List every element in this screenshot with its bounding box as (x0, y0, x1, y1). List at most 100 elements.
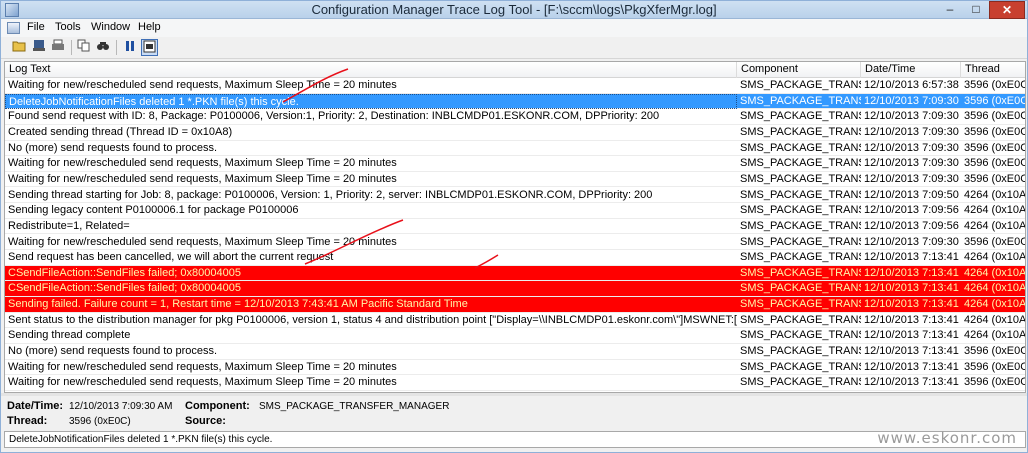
menu-tools[interactable]: Tools (55, 21, 81, 33)
log-grid[interactable]: Log Text Component Date/Time Thread Wait… (4, 61, 1026, 393)
component-cell: SMS_PACKAGE_TRANSFER_ (740, 79, 861, 91)
datetime-cell: 12/10/2013 7:09:50 AM (864, 188, 961, 201)
log-row[interactable]: CSendFileAction::SendFiles failed; 0x800… (5, 265, 1025, 282)
thread-cell: 3596 (0xE0C) (964, 141, 1025, 154)
log-text-cell: CSendFileAction::SendFiles failed; 0x800… (8, 266, 241, 279)
print-icon[interactable] (50, 39, 67, 56)
component-cell: SMS_PACKAGE_TRANSFER_ (740, 313, 861, 326)
log-row[interactable]: Waiting for new/rescheduled send request… (5, 235, 1025, 251)
datetime-cell: 12/10/2013 7:09:30 AM (864, 141, 961, 154)
toolbar (1, 37, 1027, 59)
thread-cell: 4264 (0x10A8) (964, 188, 1025, 201)
log-row[interactable]: CSendFileAction::SendFiles failed; 0x800… (5, 281, 1025, 298)
log-row[interactable]: Found send request with ID: 8, Package: … (5, 109, 1025, 125)
open-folder-icon[interactable] (11, 39, 28, 56)
column-header-thread[interactable]: Thread (961, 62, 1025, 78)
component-cell: SMS_PACKAGE_TRANSFER_ (740, 141, 861, 154)
log-row[interactable]: Waiting for new/rescheduled send request… (5, 156, 1025, 172)
datetime-cell: 12/10/2013 7:09:30 AM (864, 172, 961, 185)
log-text-cell: Send request has been cancelled, we will… (8, 251, 334, 264)
log-text-cell: Waiting for new/rescheduled send request… (8, 157, 397, 170)
menu-window[interactable]: Window (91, 21, 130, 33)
column-header-log-text[interactable]: Log Text (5, 62, 737, 78)
log-text-cell: Sent status to the distribution manager … (8, 313, 737, 326)
log-row[interactable]: Send request has been cancelled, we will… (5, 250, 1025, 266)
copy-icon[interactable] (76, 39, 93, 56)
log-row[interactable]: Waiting for new/rescheduled send request… (5, 375, 1025, 391)
close-button[interactable]: ✕ (989, 1, 1025, 19)
thread-cell: 3596 (0xE0C) (964, 125, 1025, 138)
datetime-cell: 12/10/2013 7:13:41 AM (864, 329, 961, 342)
thread-cell: 3596 (0xE0C) (964, 172, 1025, 185)
log-row[interactable]: Waiting for new/rescheduled send request… (5, 360, 1025, 376)
minimize-button[interactable]: – (937, 1, 963, 19)
log-row[interactable]: Sending thread starting for Job: 8, pack… (5, 188, 1025, 204)
thread-cell: 4264 (0x10A8) (964, 266, 1025, 279)
component-cell: SMS_PACKAGE_TRANSFER_ (740, 376, 861, 389)
thread-cell: 3596 (0xE0C) (964, 360, 1025, 373)
log-text-cell: DeleteJobNotificationFiles deleted 1 *.P… (5, 93, 737, 109)
log-row[interactable]: Waiting for new/rescheduled send request… (5, 78, 1025, 94)
datetime-cell: 12/10/2013 7:09:30 AM (864, 157, 961, 170)
thread-cell: 4264 (0x10A8) (964, 251, 1025, 264)
trace-log-window: Configuration Manager Trace Log Tool - [… (0, 0, 1028, 453)
log-text-cell: No (more) send requests found to process… (8, 345, 218, 358)
datetime-cell: 12/10/2013 7:09:30 AM (864, 94, 961, 107)
datetime-value: 12/10/2013 7:09:30 AM (69, 401, 173, 412)
component-value: SMS_PACKAGE_TRANSFER_MANAGER (259, 401, 450, 412)
component-cell: SMS_PACKAGE_TRANSFER_ (740, 157, 861, 170)
log-text-cell: Waiting for new/rescheduled send request… (8, 235, 397, 248)
thread-cell: 3596 (0xE0C) (964, 157, 1025, 170)
menu-file[interactable]: File (27, 21, 45, 33)
thread-cell: 4264 (0x10A8) (964, 313, 1025, 326)
log-row[interactable]: Sending legacy content P0100006.1 for pa… (5, 203, 1025, 219)
thread-cell: 3596 (0xE0C) (964, 235, 1025, 248)
log-row[interactable]: Redistribute=1, Related= SMS_PACKAGE_TRAN… (5, 219, 1025, 235)
component-cell: SMS_PACKAGE_TRANSFER_ (740, 110, 861, 123)
window-title: Configuration Manager Trace Log Tool - [… (311, 2, 717, 17)
menu-help[interactable]: Help (138, 21, 161, 33)
component-cell: SMS_PACKAGE_TRANSFER_ (740, 219, 861, 232)
component-cell: SMS_PACKAGE_TRANSFER_ (740, 235, 861, 248)
column-header-component[interactable]: Component (737, 62, 861, 78)
message-box[interactable]: DeleteJobNotificationFiles deleted 1 *.P… (4, 431, 1026, 448)
highlight-icon[interactable] (141, 39, 158, 56)
toolbar-separator (116, 40, 117, 55)
thread-cell: 4264 (0x10A8) (964, 204, 1025, 217)
log-row[interactable]: Created sending thread (Thread ID = 0x10… (5, 125, 1025, 141)
log-row[interactable]: Waiting for new/rescheduled send request… (5, 172, 1025, 188)
log-row[interactable]: Sending failed. Failure count = 1, Resta… (5, 297, 1025, 313)
thread-cell: 4264 (0x10A8) (964, 329, 1025, 342)
component-label: Component: (185, 400, 250, 412)
log-text-cell: Waiting for new/rescheduled send request… (8, 376, 397, 389)
thread-cell: 4264 (0x10A8) (964, 298, 1025, 311)
log-row[interactable]: DeleteJobNotificationFiles deleted 1 *.P… (5, 93, 1025, 110)
datetime-cell: 12/10/2013 7:13:41 AM (864, 298, 961, 311)
column-header-datetime[interactable]: Date/Time (861, 62, 961, 78)
title-bar[interactable]: Configuration Manager Trace Log Tool - [… (1, 1, 1027, 19)
datetime-cell: 12/10/2013 7:09:30 AM (864, 125, 961, 138)
log-row[interactable]: No (more) send requests found to process… (5, 344, 1025, 360)
log-text-cell: Sending failed. Failure count = 1, Resta… (8, 298, 468, 311)
find-icon[interactable] (95, 39, 112, 56)
thread-cell: 3596 (0xE0C) (964, 376, 1025, 389)
datetime-cell: 12/10/2013 7:13:41 AM (864, 266, 961, 279)
component-cell: SMS_PACKAGE_TRANSFER_ (740, 345, 861, 358)
print-preview-icon[interactable] (31, 39, 48, 56)
log-row[interactable]: No (more) send requests found to process… (5, 141, 1025, 157)
log-row[interactable]: Sending thread complete SMS_PACKAGE_TRANS… (5, 328, 1025, 344)
log-row[interactable]: Sent status to the distribution manager … (5, 313, 1025, 329)
datetime-label: Date/Time: (7, 400, 64, 412)
datetime-cell: 12/10/2013 7:13:41 AM (864, 282, 961, 295)
maximize-button[interactable]: □ (963, 1, 989, 19)
document-icon[interactable] (7, 22, 20, 34)
pause-icon[interactable] (121, 39, 138, 56)
toolbar-separator (71, 40, 72, 55)
datetime-cell: 12/10/2013 7:13:41 AM (864, 360, 961, 373)
log-text-cell: Created sending thread (Thread ID = 0x10… (8, 125, 233, 138)
watermark: www.eskonr.com (877, 429, 1017, 447)
log-text-cell: Redistribute=1, Related= (8, 219, 130, 232)
log-text-cell: Waiting for new/rescheduled send request… (8, 360, 397, 373)
datetime-cell: 12/10/2013 7:13:41 AM (864, 251, 961, 264)
thread-cell: 4264 (0x10A8) (964, 219, 1025, 232)
